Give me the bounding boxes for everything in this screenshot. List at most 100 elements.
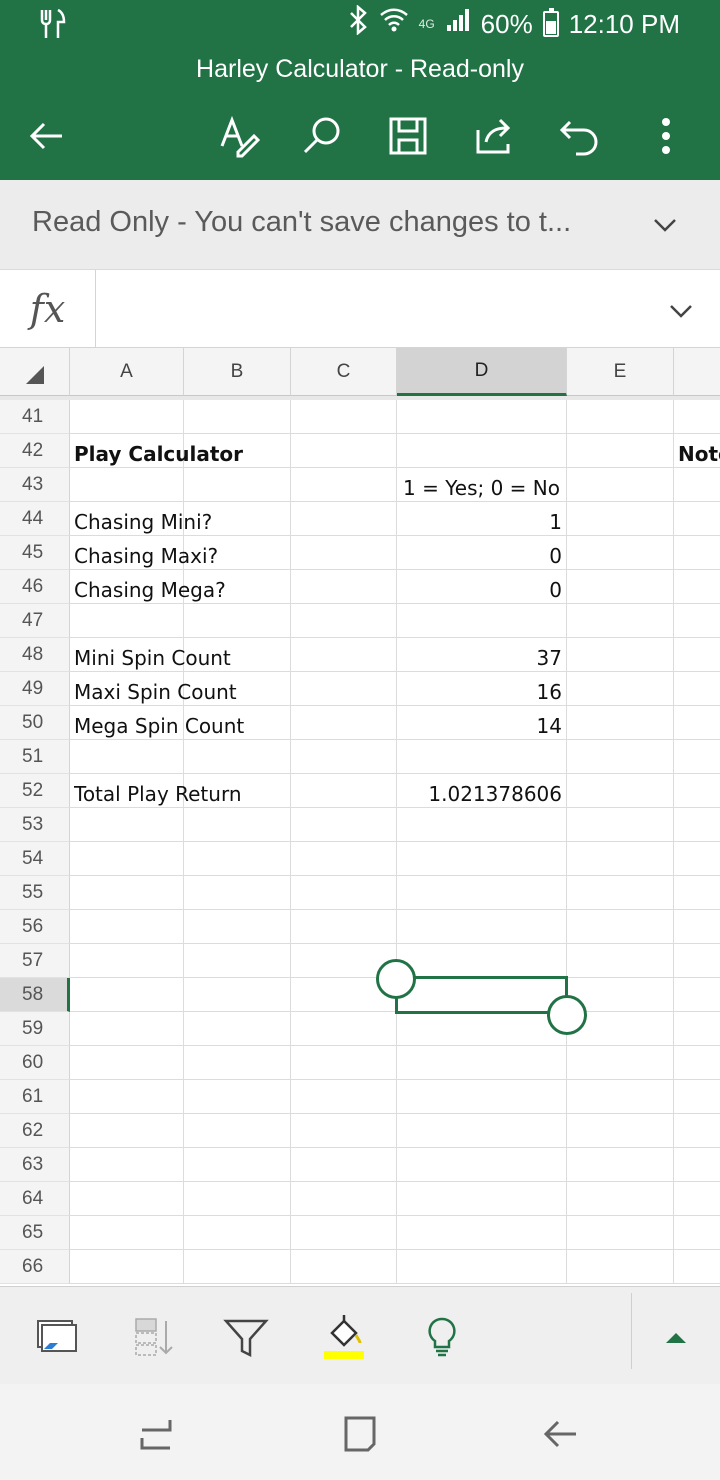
gridline [70,1249,720,1250]
row-header[interactable]: 55 [0,876,70,910]
gridline [70,909,720,910]
row-header[interactable]: 59 [0,1012,70,1046]
status-indicators: 4G 60% 12:10 PM [347,4,680,44]
sort-icon[interactable] [124,1309,180,1365]
gridline [70,1215,720,1216]
back-arrow-icon[interactable] [18,108,74,164]
signal-icon [445,7,471,41]
row-header[interactable]: 41 [0,400,70,434]
chevron-down-icon[interactable] [666,296,696,326]
row-header[interactable]: 61 [0,1080,70,1114]
row-header[interactable]: 54 [0,842,70,876]
toolbar-divider [631,1293,632,1369]
row-header[interactable]: 44 [0,502,70,536]
undo-icon[interactable] [552,108,608,164]
column-header-e[interactable]: E [567,348,674,396]
formula-input[interactable] [100,270,660,348]
gridline [673,400,674,1284]
tell-me-icon[interactable] [414,1309,470,1365]
cell-a46[interactable]: Chasing Mega? [74,573,290,607]
recent-apps-icon[interactable] [136,1414,176,1454]
row-header[interactable]: 47 [0,604,70,638]
freeze-panes-icon[interactable] [28,1309,84,1365]
column-header-b[interactable]: B [184,348,291,396]
restaurant-icon [38,8,68,47]
gridline [70,1147,720,1148]
row-header[interactable]: 49 [0,672,70,706]
row-header[interactable]: 66 [0,1250,70,1284]
navigation-bar [0,1384,720,1480]
cell-a50[interactable]: Mega Spin Count [74,709,290,743]
cell-a45[interactable]: Chasing Maxi? [74,539,290,573]
row-header[interactable]: 48 [0,638,70,672]
selected-cell-d58[interactable] [395,976,568,1014]
selection-handle-end[interactable] [547,995,587,1035]
network-type: 4G [418,17,435,31]
cell-a44[interactable]: Chasing Mini? [74,505,290,539]
read-only-banner[interactable]: Read Only - You can't save changes to t.… [0,180,720,270]
chevron-down-icon[interactable] [650,210,680,240]
cell-d50[interactable]: 14 [397,709,562,743]
clock: 12:10 PM [568,8,680,39]
cell-d44[interactable]: 1 [397,505,562,539]
spreadsheet-grid[interactable]: A B C D E 41 42 43 44 45 46 47 48 49 50 … [0,348,720,1284]
row-header[interactable]: 51 [0,740,70,774]
row-header[interactable]: 56 [0,910,70,944]
row-header[interactable]: 60 [0,1046,70,1080]
row-header[interactable]: 53 [0,808,70,842]
home-icon[interactable] [340,1414,380,1454]
selection-handle-start[interactable] [376,959,416,999]
cell-d48[interactable]: 37 [397,641,562,675]
gridline [70,1283,720,1284]
row-header[interactable]: 62 [0,1114,70,1148]
gridline [566,400,567,1284]
cell-d45[interactable]: 0 [397,539,562,573]
column-header-f[interactable] [674,348,720,396]
cell-a48[interactable]: Mini Spin Count [74,641,290,675]
gridline [290,400,291,1284]
formula-bar: fx [0,270,720,348]
cell-a52[interactable]: Total Play Return [74,777,290,811]
row-header[interactable]: 63 [0,1148,70,1182]
cell-d46[interactable]: 0 [397,573,562,607]
column-header-a[interactable]: A [70,348,184,396]
share-icon[interactable] [466,108,522,164]
gridline [70,1113,720,1114]
battery-icon [542,8,559,37]
select-all-corner[interactable] [0,348,70,396]
row-header[interactable]: 52 [0,774,70,808]
save-icon[interactable] [380,108,436,164]
battery-percent: 60% [480,8,533,39]
row-header[interactable]: 45 [0,536,70,570]
cell-a49[interactable]: Maxi Spin Count [74,675,290,709]
expand-up-icon[interactable] [648,1309,704,1365]
fill-color-icon[interactable] [316,1309,372,1365]
gridline [70,433,720,434]
row-header[interactable]: 42 [0,434,70,468]
column-header-d[interactable]: D [397,348,567,396]
row-header[interactable]: 65 [0,1216,70,1250]
cell-f42[interactable]: Notes [678,437,720,471]
cell-d49[interactable]: 16 [397,675,562,709]
back-icon[interactable] [540,1414,580,1454]
row-header[interactable]: 46 [0,570,70,604]
cell-d52[interactable]: 1.021378606 [397,777,562,811]
column-header-c[interactable]: C [291,348,397,396]
filter-icon[interactable] [218,1309,274,1365]
fx-label: fx [0,270,96,348]
gridline [70,637,720,638]
gridline [70,501,720,502]
row-header[interactable]: 50 [0,706,70,740]
cell-d43[interactable]: 1 = Yes; 0 = No [397,471,566,505]
row-header[interactable]: 64 [0,1182,70,1216]
cell-a42[interactable]: Play Calculator [74,437,290,471]
header-divider [0,396,720,400]
row-header-selected[interactable]: 58 [0,978,70,1012]
more-icon[interactable] [638,108,694,164]
gridline [70,875,720,876]
pen-icon[interactable] [210,108,266,164]
row-header[interactable]: 57 [0,944,70,978]
gridline [70,1045,720,1046]
search-icon[interactable] [294,108,350,164]
row-header[interactable]: 43 [0,468,70,502]
